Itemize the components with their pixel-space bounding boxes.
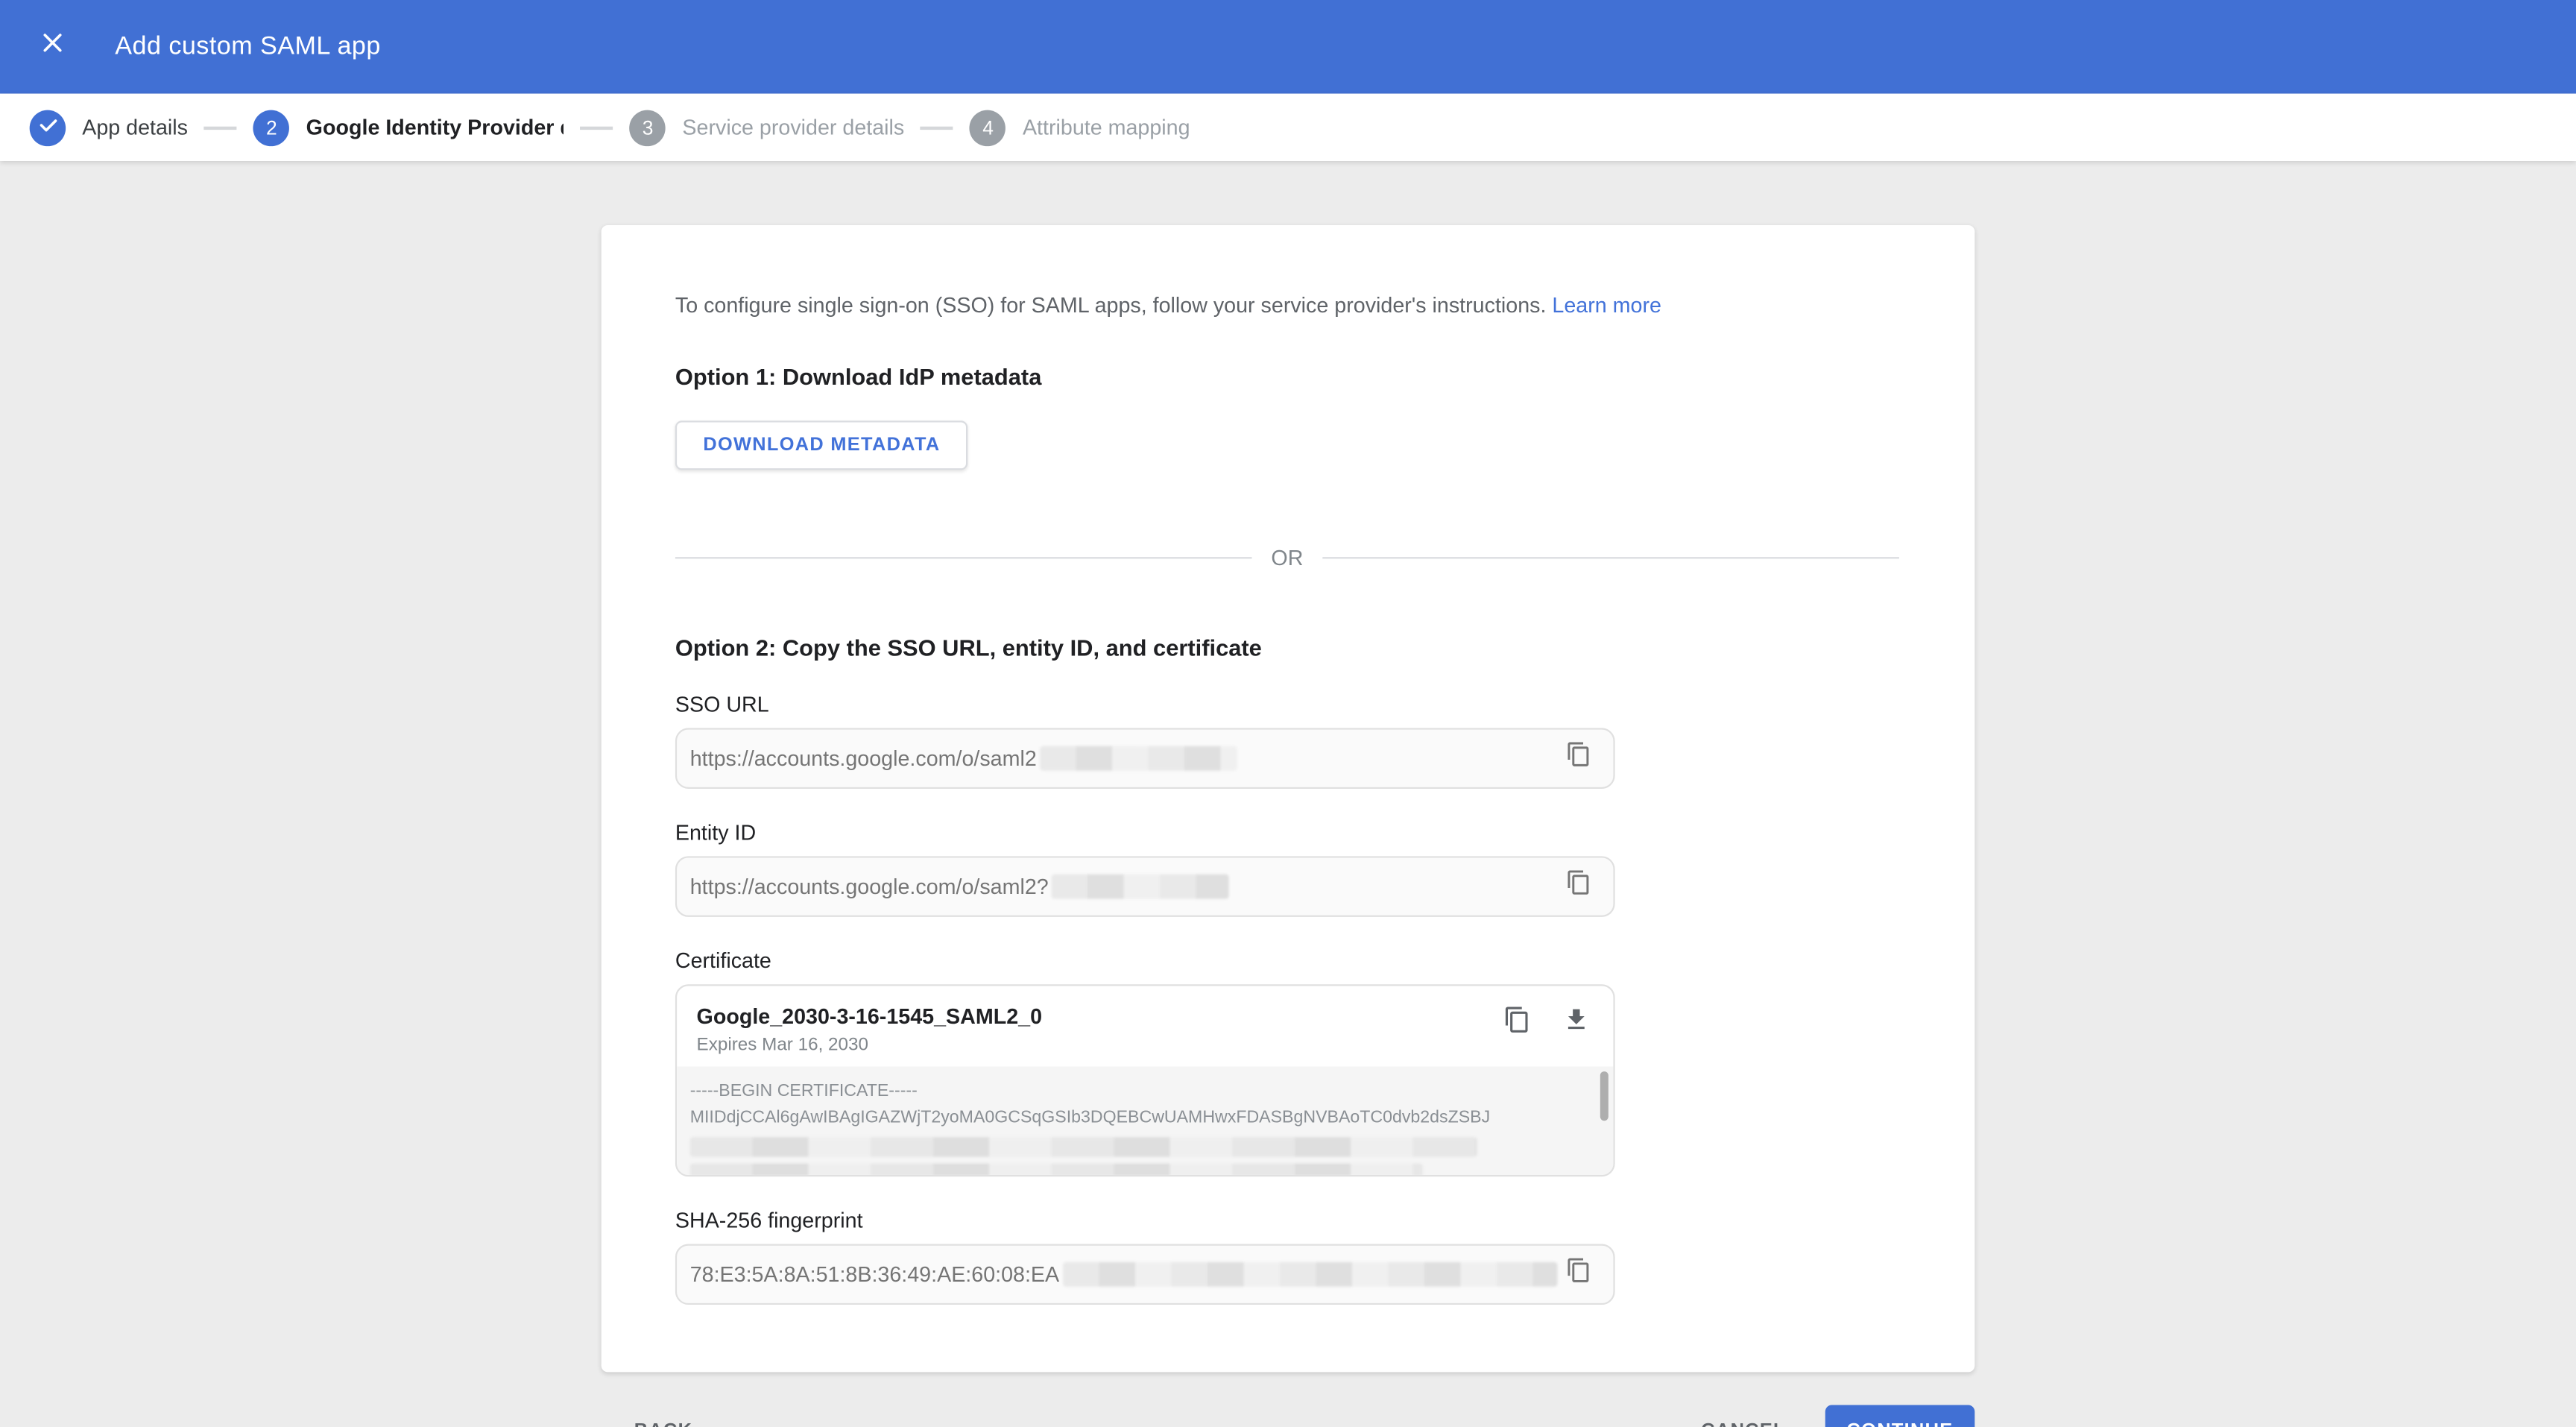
step-separator — [580, 125, 613, 130]
intro-text: To configure single sign-on (SSO) for SA… — [675, 292, 1899, 318]
redacted-region — [689, 1137, 1477, 1157]
close-button[interactable] — [30, 24, 76, 70]
stepper: App details 2 Google Identity Provider d… — [0, 93, 2576, 162]
certificate-actions — [1495, 1003, 1597, 1045]
idp-details-card: To configure single sign-on (SSO) for SA… — [601, 224, 1975, 1373]
certificate-label: Certificate — [675, 948, 771, 973]
step-1-label: App details — [82, 115, 188, 140]
certificate-card: Google_2030-3-16-1545_SAML2_0 Expires Ma… — [675, 984, 1615, 1177]
back-button[interactable]: BACK — [634, 1408, 693, 1427]
copy-icon — [1566, 1257, 1592, 1291]
certificate-header: Google_2030-3-16-1545_SAML2_0 Expires Ma… — [677, 986, 1613, 1066]
sha256-label: SHA-256 fingerprint — [675, 1208, 863, 1233]
redacted-region — [689, 1163, 1423, 1175]
divider-line — [1322, 557, 1899, 559]
or-label: OR — [1271, 545, 1304, 570]
download-metadata-button[interactable]: DOWNLOAD METADATA — [675, 420, 968, 470]
redacted-region — [1040, 746, 1237, 771]
copy-icon — [1566, 869, 1592, 904]
step-attribute-mapping[interactable]: 4 Attribute mapping — [970, 109, 1190, 146]
certificate-titles: Google_2030-3-16-1545_SAML2_0 Expires Ma… — [697, 999, 1042, 1055]
dialog-footer: BACK CANCEL CONTINUE — [602, 1405, 1975, 1427]
close-icon — [40, 30, 66, 64]
certificate-body: -----BEGIN CERTIFICATE----- MIIDdjCCAl6g… — [677, 1066, 1614, 1175]
copy-sso-url-button[interactable] — [1557, 737, 1600, 780]
entity-id-field: https://accounts.google.com/o/saml2? — [675, 856, 1615, 917]
certificate-name: Google_2030-3-16-1545_SAML2_0 — [696, 1004, 1043, 1029]
sha256-value: 78:E3:5A:8A:51:8B:36:49:AE:60:08:EA — [689, 1261, 1060, 1287]
sso-url-value: https://accounts.google.com/o/saml2 — [689, 746, 1037, 771]
learn-more-link[interactable]: Learn more — [1552, 292, 1661, 317]
sso-url-label: SSO URL — [675, 691, 769, 716]
download-icon — [1562, 1006, 1589, 1042]
add-custom-saml-app-dialog: Add custom SAML app App details 2 Google… — [0, 0, 2576, 1427]
step-separator — [921, 125, 954, 130]
redacted-region — [1052, 874, 1230, 899]
app-bar: Add custom SAML app — [0, 0, 2576, 94]
copy-icon — [1503, 1006, 1530, 1042]
divider-line — [675, 557, 1251, 559]
or-divider: OR — [675, 546, 1899, 570]
checkmark-icon — [37, 114, 59, 140]
entity-id-value: https://accounts.google.com/o/saml2? — [689, 874, 1049, 899]
sso-url-field: https://accounts.google.com/o/saml2 — [675, 728, 1615, 789]
step-1-circle — [29, 109, 66, 146]
step-3-circle: 3 — [629, 109, 666, 146]
step-3-label: Service provider details — [682, 115, 905, 140]
step-4-label: Attribute mapping — [1022, 115, 1190, 140]
entity-id-label: Entity ID — [675, 819, 757, 845]
continue-button[interactable]: CONTINUE — [1825, 1405, 1975, 1427]
step-4-circle: 4 — [970, 109, 1006, 146]
download-certificate-button[interactable] — [1554, 1003, 1597, 1045]
step-app-details[interactable]: App details — [29, 109, 188, 146]
certificate-data-line: MIIDdjCCAl6gAwIBAgIGAZWjT2yoMA0GCSqGSIb3… — [689, 1106, 1491, 1127]
copy-entity-id-button[interactable] — [1557, 865, 1600, 907]
step-2-circle: 2 — [253, 109, 290, 146]
redacted-region — [1062, 1261, 1558, 1287]
step-service-provider-details[interactable]: 3 Service provider details — [629, 109, 905, 146]
intro-sentence: To configure single sign-on (SSO) for SA… — [675, 292, 1547, 318]
certificate-expiry: Expires Mar 16, 2030 — [696, 1035, 869, 1056]
copy-certificate-button[interactable] — [1495, 1003, 1538, 1045]
certificate-begin-line: -----BEGIN CERTIFICATE----- — [689, 1081, 918, 1101]
copy-icon — [1566, 741, 1592, 775]
step-separator — [204, 125, 238, 130]
sha256-field: 78:E3:5A:8A:51:8B:36:49:AE:60:08:EA — [675, 1244, 1615, 1305]
dialog-title: Add custom SAML app — [115, 31, 381, 60]
step-2-label: Google Identity Provider details — [306, 115, 564, 140]
option2-heading: Option 2: Copy the SSO URL, entity ID, a… — [675, 634, 1262, 661]
step-google-idp-details[interactable]: 2 Google Identity Provider details — [253, 109, 564, 146]
certificate-scrollbar[interactable] — [1600, 1071, 1609, 1121]
copy-sha256-button[interactable] — [1557, 1253, 1600, 1296]
cancel-button[interactable]: CANCEL — [1701, 1408, 1786, 1427]
option1-heading: Option 1: Download IdP metadata — [675, 363, 1042, 390]
